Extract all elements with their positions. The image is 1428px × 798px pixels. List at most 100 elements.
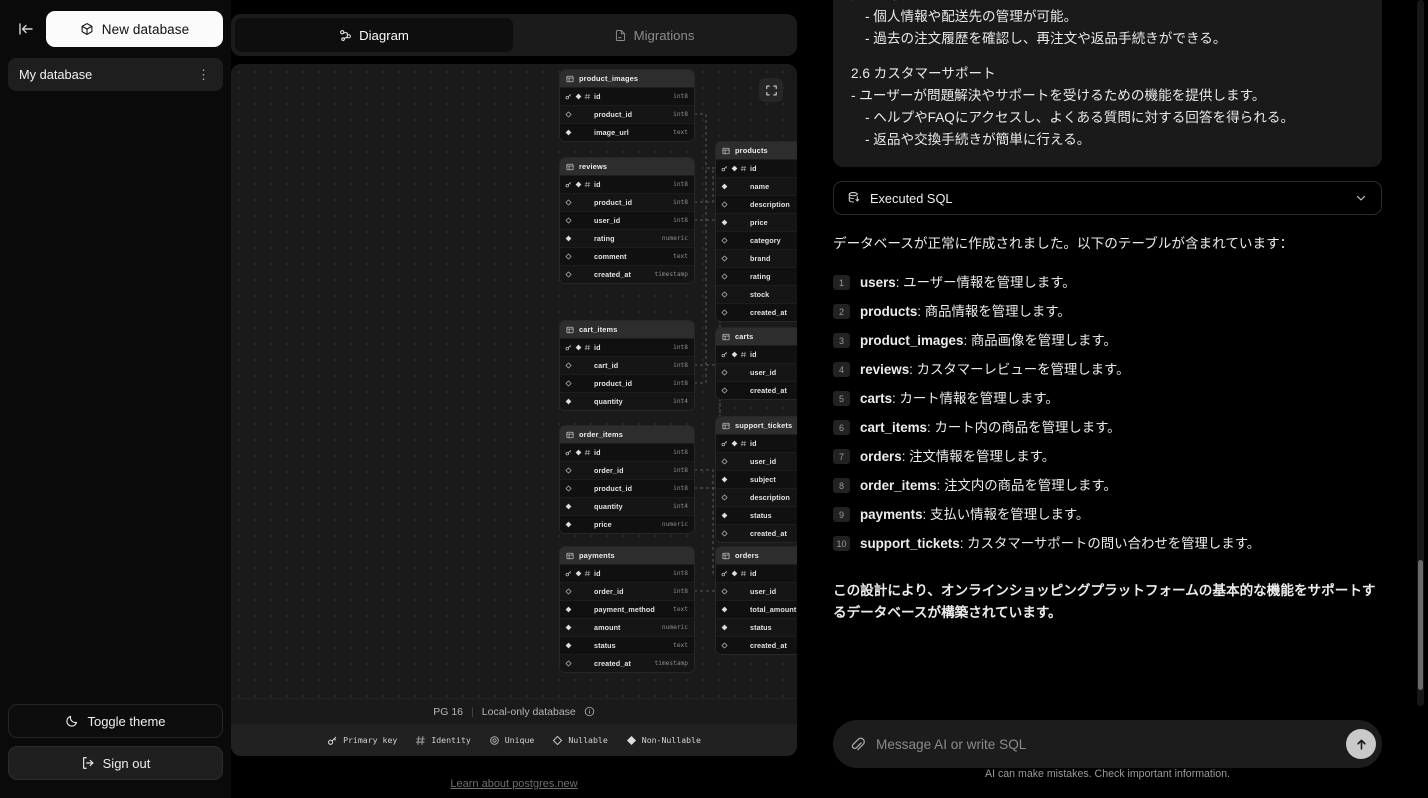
table-header: products	[716, 142, 797, 159]
sidebar-header: New database	[8, 8, 223, 50]
table-column-row[interactable]: user_idint8	[716, 452, 797, 470]
fullscreen-icon[interactable]	[759, 78, 783, 102]
table-column-row[interactable]: descriptiontext	[716, 488, 797, 506]
table-header: payments	[560, 547, 694, 564]
toggle-theme-button[interactable]: Toggle theme	[8, 704, 223, 738]
sign-out-button[interactable]: Sign out	[8, 746, 223, 780]
chat-scroll-area[interactable]: 2.5 アカウント管理- ユーザーが個人情報、支払い方法、配送先などを管理し、注…	[797, 0, 1414, 710]
table-column-row[interactable]: product_idint8	[560, 479, 694, 497]
diagram-table-orders[interactable]: ordersidint8user_idint8total_amountnumer…	[716, 547, 797, 654]
diagram-table-product_images[interactable]: product_imagesidint8product_idint8image_…	[560, 70, 694, 141]
table-column-row[interactable]: created_attimestamp	[716, 636, 797, 654]
column-name-label: product_id	[594, 110, 670, 119]
column-name-label: payment_method	[594, 605, 670, 614]
diagram-table-cart_items[interactable]: cart_itemsidint8cart_idint8product_idint…	[560, 321, 694, 410]
table-column-row[interactable]: ratingnumeric	[560, 229, 694, 247]
table-header: orders	[716, 547, 797, 564]
paperclip-icon[interactable]	[849, 736, 866, 753]
table-column-row[interactable]: quantityint4	[560, 497, 694, 515]
diagram-table-reviews[interactable]: reviewsidint8product_idint8user_idint8ra…	[560, 158, 694, 283]
panel-collapse-icon[interactable]	[12, 15, 40, 43]
table-column-row[interactable]: idint8	[716, 159, 797, 177]
table-column-row[interactable]: created_attimestamp	[560, 265, 694, 283]
table-column-row[interactable]: idint8	[716, 564, 797, 582]
message-input[interactable]	[876, 737, 1336, 752]
info-circle-icon[interactable]	[584, 706, 595, 717]
message-line-heading: 2.6 カスタマーサポート	[851, 63, 1364, 85]
table-column-row[interactable]: stockint4	[716, 285, 797, 303]
diagram-table-support_tickets[interactable]: support_ticketsidint8user_idint8subjectt…	[716, 417, 797, 542]
list-item-text: support_tickets: カスタマーサポートの問い合わせを管理します。	[860, 532, 1260, 552]
tab-bar: Diagram Migrations	[231, 14, 797, 56]
table-column-row[interactable]: statustext	[716, 618, 797, 636]
diagram-table-order_items[interactable]: order_itemsidint8order_idint8product_idi…	[560, 426, 694, 533]
tab-migrations[interactable]: Migrations	[515, 18, 793, 52]
table-column-row[interactable]: idint8	[560, 175, 694, 193]
column-name-label: rating	[750, 272, 797, 281]
table-column-row[interactable]: commenttext	[560, 247, 694, 265]
table-column-row[interactable]: created_attimestamp	[716, 524, 797, 542]
kebab-menu-icon[interactable]: ⋮	[194, 66, 213, 83]
list-item-table-name: support_tickets	[860, 536, 960, 551]
tab-diagram[interactable]: Diagram	[235, 18, 513, 52]
chevron-down-icon[interactable]	[1354, 191, 1368, 205]
table-column-row[interactable]: categorytext	[716, 231, 797, 249]
table-column-row[interactable]: idint8	[716, 434, 797, 452]
table-column-row[interactable]: statustext	[716, 506, 797, 524]
table-column-row[interactable]: created_attimestamp	[716, 303, 797, 321]
table-column-row[interactable]: order_idint8	[560, 582, 694, 600]
table-column-row[interactable]: user_idint8	[560, 211, 694, 229]
chat-scrollbar[interactable]	[1417, 0, 1424, 706]
table-column-row[interactable]: idint8	[560, 338, 694, 356]
diagram-table-payments[interactable]: paymentsidint8order_idint8payment_method…	[560, 547, 694, 672]
sidebar-item-my-database[interactable]: My database ⋮	[8, 58, 223, 91]
table-column-row[interactable]: idint8	[560, 443, 694, 461]
chat-scrollbar-thumb[interactable]	[1418, 560, 1423, 690]
column-name-label: price	[594, 520, 659, 529]
table-column-row[interactable]: image_urltext	[560, 123, 694, 141]
table-column-row[interactable]: idint8	[716, 345, 797, 363]
executed-sql-toggle[interactable]: Executed SQL	[833, 181, 1382, 215]
send-button[interactable]	[1346, 729, 1376, 759]
list-item: 7orders: 注文情報を管理します。	[833, 445, 1382, 466]
table-column-row[interactable]: user_idint8	[716, 363, 797, 381]
column-glyphs	[565, 606, 591, 613]
table-column-row[interactable]: brandtext	[716, 249, 797, 267]
table-column-row[interactable]: created_attimestamp	[716, 381, 797, 399]
diagram-table-carts[interactable]: cartsidint8user_idint8created_attimestam…	[716, 328, 797, 399]
new-database-button[interactable]: New database	[46, 11, 223, 47]
diagram-canvas[interactable]: product_imagesidint8product_idint8image_…	[231, 64, 797, 698]
list-item-text: orders: 注文情報を管理します。	[860, 445, 1055, 465]
table-column-row[interactable]: subjecttext	[716, 470, 797, 488]
diagram-table-products[interactable]: productsidint8nametextdescriptiontextpri…	[716, 142, 797, 321]
column-name-label: id	[750, 439, 797, 448]
table-column-row[interactable]: pricenumeric	[560, 515, 694, 533]
table-column-row[interactable]: order_idint8	[560, 461, 694, 479]
column-name-label: status	[750, 511, 797, 520]
composer[interactable]	[833, 720, 1382, 768]
table-column-row[interactable]: product_idint8	[560, 105, 694, 123]
table-column-row[interactable]: ratingnumeric	[716, 267, 797, 285]
column-name-label: created_at	[750, 641, 797, 650]
table-column-row[interactable]: pricenumeric	[716, 213, 797, 231]
table-column-row[interactable]: quantityint4	[560, 392, 694, 410]
table-column-row[interactable]: amountnumeric	[560, 618, 694, 636]
table-column-row[interactable]: idint8	[560, 564, 694, 582]
table-column-row[interactable]: statustext	[560, 636, 694, 654]
table-column-row[interactable]: total_amountnumeric	[716, 600, 797, 618]
list-item-description: : カスタマーサポートの問い合わせを管理します。	[960, 536, 1260, 551]
database-name-label: My database	[19, 67, 92, 82]
table-column-row[interactable]: cart_idint8	[560, 356, 694, 374]
learn-about-link[interactable]: Learn about postgres.new	[231, 778, 797, 790]
table-column-row[interactable]: nametext	[716, 177, 797, 195]
table-column-row[interactable]: user_idint8	[716, 582, 797, 600]
table-column-row[interactable]: descriptiontext	[716, 195, 797, 213]
table-column-row[interactable]: payment_methodtext	[560, 600, 694, 618]
column-glyphs	[721, 494, 747, 501]
table-column-row[interactable]: created_attimestamp	[560, 654, 694, 672]
column-name-label: created_at	[594, 270, 651, 279]
table-column-row[interactable]: product_idint8	[560, 193, 694, 211]
column-glyphs	[721, 219, 747, 226]
table-column-row[interactable]: idint8	[560, 87, 694, 105]
table-column-row[interactable]: product_idint8	[560, 374, 694, 392]
